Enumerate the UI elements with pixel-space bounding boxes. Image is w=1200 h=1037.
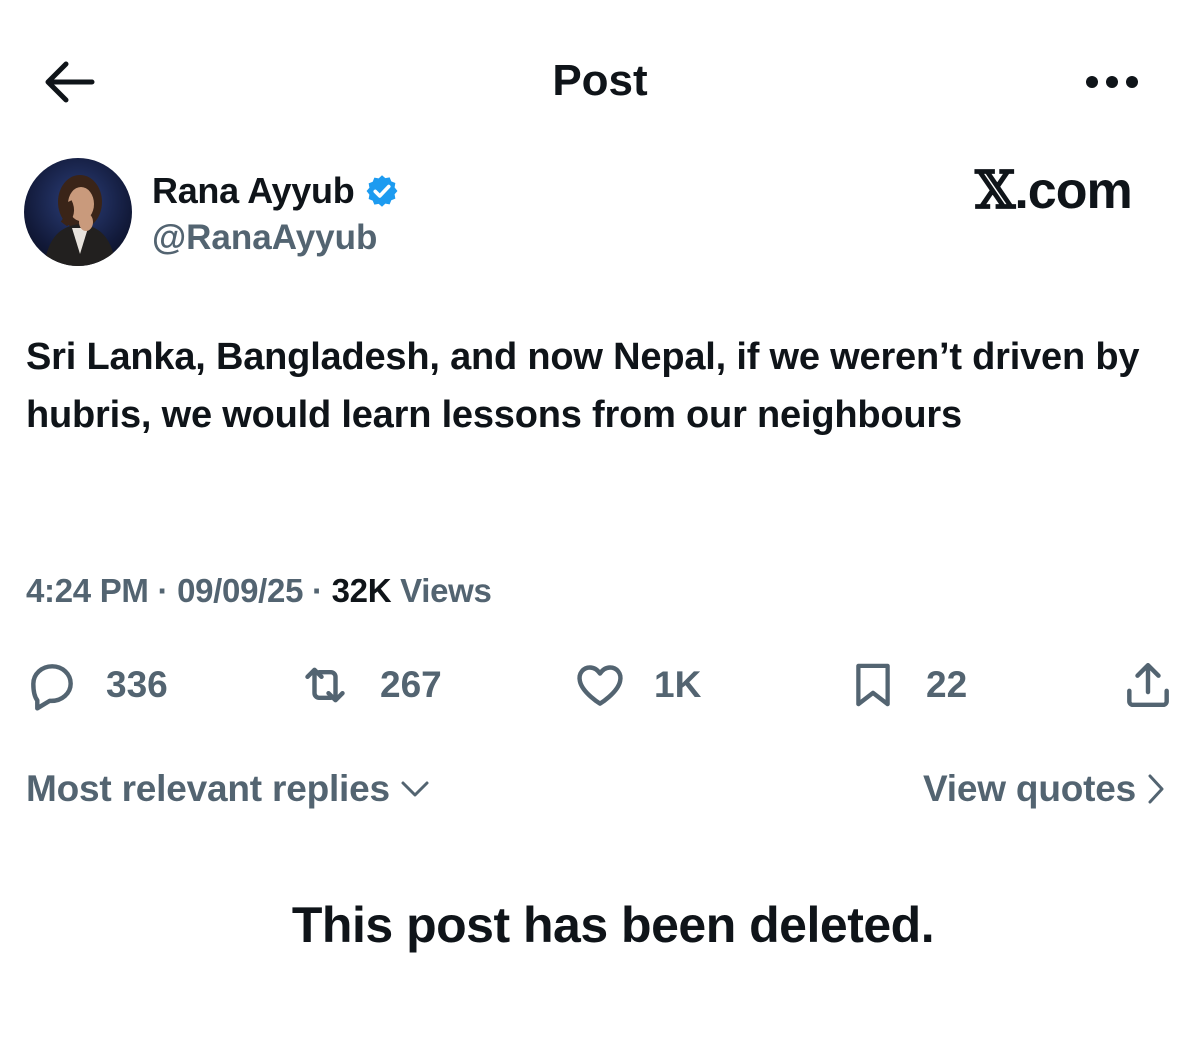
views-label: Views [400, 572, 492, 609]
deleted-notice: This post has been deleted. [291, 897, 935, 953]
author-name-row: Rana Ayyub [152, 170, 400, 212]
author-name[interactable]: Rana Ayyub [152, 170, 355, 212]
avatar[interactable] [24, 158, 132, 266]
post-time: 4:24 PM [26, 572, 149, 609]
post-meta: 4:24 PM · 09/09/25 · 32K Views [26, 572, 492, 610]
chevron-down-icon [401, 781, 429, 797]
top-bar: Post [0, 0, 1200, 160]
watermark-domain: .com [1014, 162, 1132, 220]
meta-separator: · [312, 572, 323, 609]
page-title: Post [552, 56, 648, 105]
bookmark-icon [856, 663, 890, 707]
reply-icon [31, 664, 73, 711]
repost-icon [305, 667, 345, 703]
avatar-photo [24, 158, 132, 266]
site-watermark: 𝕏.com [975, 160, 1133, 221]
post-screen: Post Rana Ayyub @RanaAyyub 𝕏.com Sri Lan… [0, 0, 1200, 1037]
bookmark-count: 22 [926, 664, 968, 705]
bookmark-button[interactable]: 22 [846, 650, 967, 720]
view-quotes-label: View quotes [922, 768, 1136, 809]
repost-count: 267 [380, 664, 442, 705]
reply-count: 336 [106, 664, 168, 705]
replies-sort-dropdown[interactable]: Most relevant replies [26, 768, 430, 810]
replies-sort-label: Most relevant replies [26, 768, 390, 809]
author-handle[interactable]: @RanaAyyub [152, 218, 377, 258]
like-button[interactable]: 1K [572, 650, 701, 720]
like-count: 1K [654, 664, 702, 705]
meta-separator: · [157, 572, 169, 609]
repost-button[interactable]: 267 [296, 650, 442, 720]
x-logo: 𝕏 [975, 160, 1015, 221]
reply-button[interactable]: 336 [24, 650, 168, 720]
post-date: 09/09/25 [177, 572, 304, 609]
more-button[interactable] [1080, 68, 1144, 96]
more-horizontal-icon [1086, 76, 1138, 88]
action-bar: 336 267 1K 22 [0, 650, 1200, 720]
chevron-right-icon [1148, 774, 1164, 804]
post-text: Sri Lanka, Bangladesh, and now Nepal, if… [26, 336, 1140, 436]
views-count[interactable]: 32K [332, 572, 392, 609]
verified-badge-icon [366, 175, 398, 207]
view-quotes-link[interactable]: View quotes [923, 768, 1166, 810]
heart-icon [577, 665, 623, 706]
share-icon [1127, 662, 1169, 708]
share-button[interactable] [1120, 650, 1176, 720]
